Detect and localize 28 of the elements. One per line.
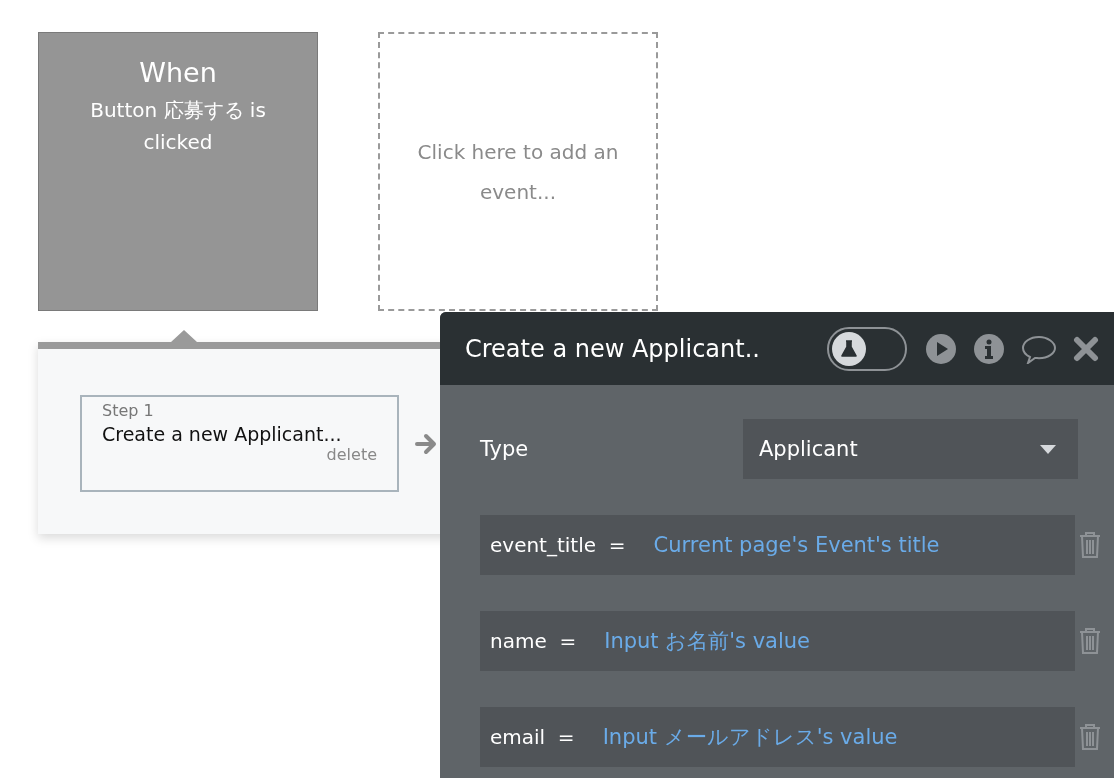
- event-card[interactable]: When Button 応募する is clicked: [38, 32, 318, 311]
- caret-icon: [1040, 444, 1056, 454]
- field-row[interactable]: event_title = Current page's Event's title: [480, 515, 1075, 575]
- field-name: event_title =: [490, 533, 626, 557]
- info-icon[interactable]: [973, 332, 1005, 365]
- panel-title: Create a new Applicant..: [465, 334, 761, 363]
- step-card[interactable]: Step 1 Create a new Applicant... delete: [80, 395, 399, 492]
- expression-text[interactable]: Current page's Event's title: [653, 533, 940, 557]
- flask-icon: [832, 331, 866, 366]
- step-label: Step 1: [102, 401, 154, 420]
- step-title: Create a new Applicant...: [102, 423, 342, 445]
- comment-icon[interactable]: [1021, 333, 1057, 364]
- event-title: When: [139, 57, 217, 88]
- type-label: Type: [480, 437, 529, 461]
- expression-text[interactable]: Input お名前's value: [604, 627, 810, 655]
- field-row[interactable]: email = Input メールアドレス's value: [480, 707, 1075, 767]
- field-name: email =: [490, 725, 575, 749]
- test-mode-toggle[interactable]: [827, 326, 907, 371]
- event-description: Button 応募する is clicked: [89, 97, 267, 156]
- expression-text[interactable]: Input メールアドレス's value: [602, 723, 898, 751]
- close-icon[interactable]: [1073, 335, 1099, 362]
- field-row[interactable]: name = Input お名前's value: [480, 611, 1075, 671]
- delete-link[interactable]: delete: [326, 445, 377, 464]
- field-name: name =: [490, 629, 577, 653]
- type-dropdown[interactable]: Applicant: [743, 419, 1078, 479]
- add-event-hint: Click here to add an event...: [416, 138, 620, 206]
- play-icon[interactable]: [925, 332, 957, 365]
- arrow-icon: [415, 432, 439, 455]
